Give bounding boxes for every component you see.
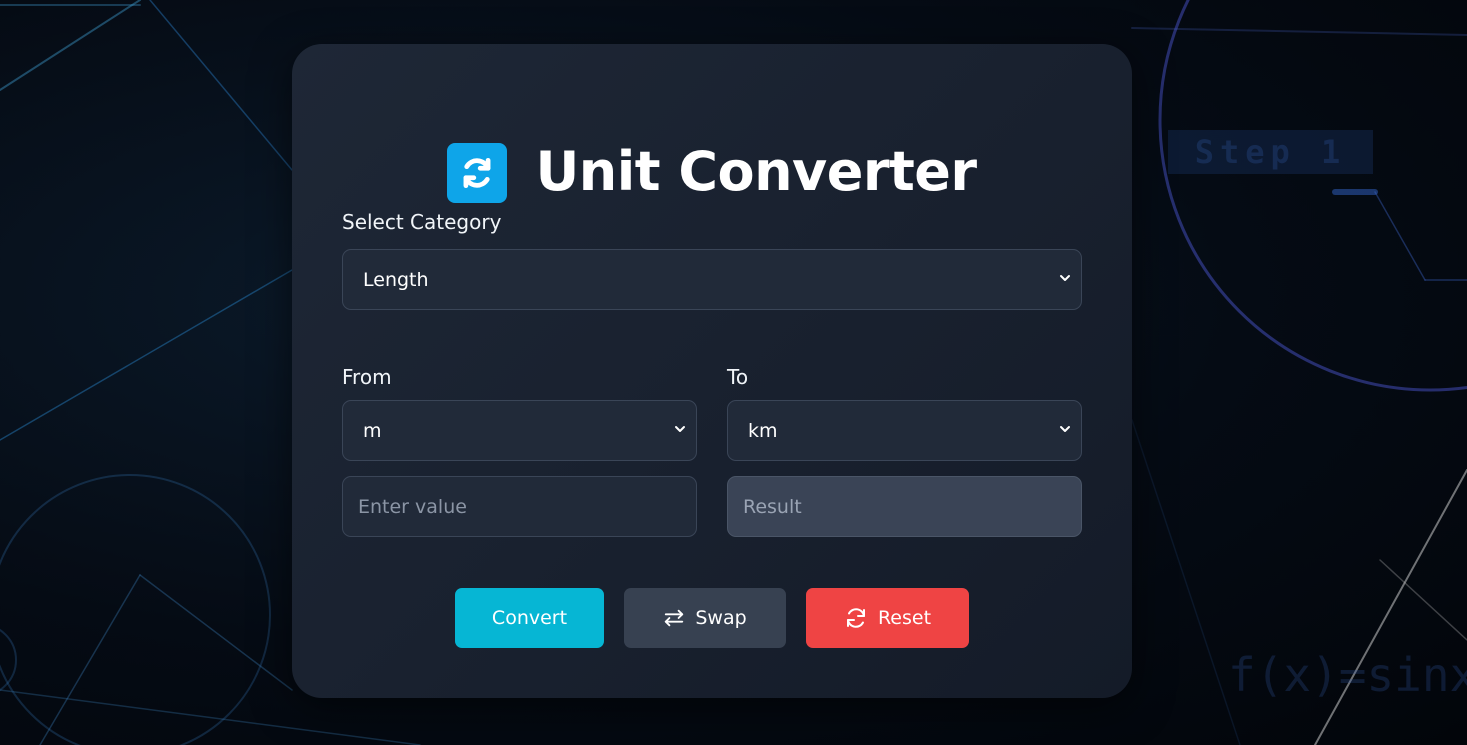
swap-button[interactable]: Swap <box>624 588 786 648</box>
background-formula-text: f(x)=sinx <box>1228 648 1467 702</box>
chevron-down-icon <box>1060 426 1070 432</box>
to-label: To <box>727 365 749 389</box>
chevron-down-icon <box>1060 275 1070 281</box>
category-label: Select Category <box>342 210 502 234</box>
refresh-arrows-icon <box>447 143 508 203</box>
from-unit-select[interactable]: m <box>342 400 697 461</box>
convert-button[interactable]: Convert <box>455 588 604 648</box>
reset-button[interactable]: Reset <box>806 588 969 648</box>
swap-button-label: Swap <box>695 607 747 629</box>
convert-button-label: Convert <box>491 607 568 629</box>
value-input[interactable]: Enter value <box>342 476 697 537</box>
background-step-text: Step 1 <box>1168 130 1373 174</box>
reset-button-label: Reset <box>877 607 932 629</box>
result-field: Result <box>727 476 1082 537</box>
page-title: Unit Converter <box>535 139 977 203</box>
converter-card: Unit Converter Select Category Length Fr… <box>292 44 1132 698</box>
category-select-value: Length <box>363 268 429 291</box>
to-unit-select[interactable]: km <box>727 400 1082 461</box>
from-unit-value: m <box>363 419 382 442</box>
to-unit-value: km <box>748 419 778 442</box>
result-field-placeholder: Result <box>743 495 802 518</box>
from-label: From <box>342 365 392 389</box>
value-input-placeholder: Enter value <box>358 495 467 518</box>
header: Unit Converter <box>292 138 1132 208</box>
category-select[interactable]: Length <box>342 249 1082 310</box>
swap-arrows-icon <box>665 609 684 627</box>
chevron-down-icon <box>675 426 685 432</box>
refresh-icon <box>846 608 865 628</box>
